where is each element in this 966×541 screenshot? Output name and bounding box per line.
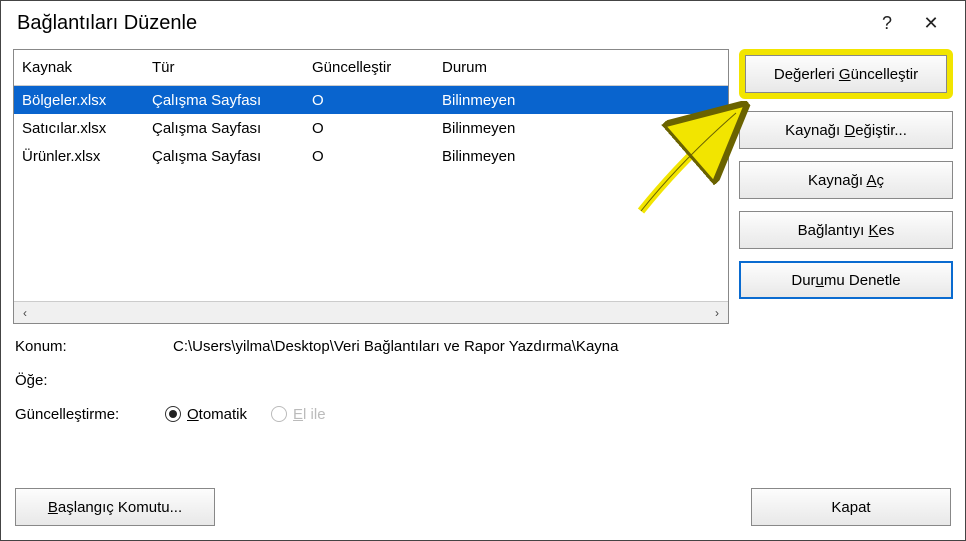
button-label: Kaynağı Değiştir... xyxy=(785,122,907,139)
break-link-button[interactable]: Bağlantıyı Kes xyxy=(739,211,953,249)
highlight-annotation: Değerleri Güncelleştir xyxy=(739,49,953,99)
table-row[interactable]: Ürünler.xlsx Çalışma Sayfası O Bilinmeye… xyxy=(14,142,728,170)
cell-update: O xyxy=(304,116,434,141)
cell-status: Bilinmeyen xyxy=(434,88,728,113)
header-status[interactable]: Durum xyxy=(434,55,728,80)
cell-type: Çalışma Sayfası xyxy=(144,144,304,169)
radio-label: El ile xyxy=(293,406,326,423)
header-source[interactable]: Kaynak xyxy=(14,55,144,80)
header-type[interactable]: Tür xyxy=(144,55,304,80)
help-button[interactable]: ? xyxy=(865,1,909,45)
cell-source: Ürünler.xlsx xyxy=(14,144,144,169)
table-row[interactable]: Bölgeler.xlsx Çalışma Sayfası O Bilinmey… xyxy=(14,86,728,114)
location-value: C:\Users\yilma\Desktop\Veri Bağlantıları… xyxy=(165,338,618,355)
cell-update: O xyxy=(304,144,434,169)
radio-automatic[interactable]: Otomatik xyxy=(165,406,247,423)
radio-manual: El ile xyxy=(271,406,326,423)
cell-source: Satıcılar.xlsx xyxy=(14,116,144,141)
column-headers: Kaynak Tür Güncelleştir Durum xyxy=(14,50,728,86)
update-mode-label: Güncelleştirme: xyxy=(15,406,165,423)
radio-circle-icon xyxy=(271,406,287,422)
scroll-left-icon[interactable]: ‹ xyxy=(14,302,36,324)
button-label: Durumu Denetle xyxy=(791,272,900,289)
cell-type: Çalışma Sayfası xyxy=(144,88,304,113)
cell-status: Bilinmeyen xyxy=(434,144,728,169)
close-button[interactable]: ✕ xyxy=(909,1,953,45)
button-label: Kapat xyxy=(831,499,870,516)
check-status-button[interactable]: Durumu Denetle xyxy=(739,261,953,299)
button-label: Değerleri Güncelleştir xyxy=(774,66,918,83)
links-list[interactable]: Kaynak Tür Güncelleştir Durum Bölgeler.x… xyxy=(13,49,729,324)
button-label: Başlangıç Komutu... xyxy=(48,499,182,516)
radio-label: Otomatik xyxy=(187,406,247,423)
scroll-track[interactable] xyxy=(36,302,706,323)
cell-source: Bölgeler.xlsx xyxy=(14,88,144,113)
table-row[interactable]: Satıcılar.xlsx Çalışma Sayfası O Bilinme… xyxy=(14,114,728,142)
button-label: Kaynağı Aç xyxy=(808,172,884,189)
horizontal-scrollbar[interactable]: ‹ › xyxy=(14,301,728,323)
item-label: Öğe: xyxy=(15,372,165,389)
close-dialog-button[interactable]: Kapat xyxy=(751,488,951,526)
header-update[interactable]: Güncelleştir xyxy=(304,55,434,80)
startup-prompt-button[interactable]: Başlangıç Komutu... xyxy=(15,488,215,526)
cell-type: Çalışma Sayfası xyxy=(144,116,304,141)
scroll-right-icon[interactable]: › xyxy=(706,302,728,324)
change-source-button[interactable]: Kaynağı Değiştir... xyxy=(739,111,953,149)
radio-circle-icon xyxy=(165,406,181,422)
location-label: Konum: xyxy=(15,338,165,355)
dialog-title: Bağlantıları Düzenle xyxy=(13,12,865,35)
update-values-button[interactable]: Değerleri Güncelleştir xyxy=(745,55,947,93)
cell-status: Bilinmeyen xyxy=(434,116,728,141)
open-source-button[interactable]: Kaynağı Aç xyxy=(739,161,953,199)
cell-update: O xyxy=(304,88,434,113)
button-label: Bağlantıyı Kes xyxy=(798,222,895,239)
